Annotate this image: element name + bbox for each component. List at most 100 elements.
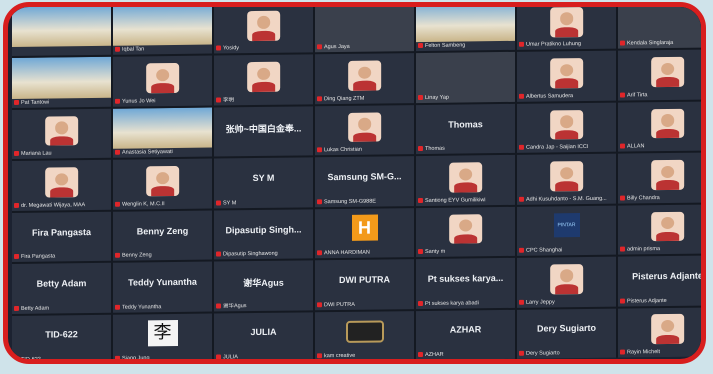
- participant-name-label: CPC Shanghai: [519, 247, 614, 255]
- participant-video: [650, 314, 685, 345]
- participant-name-label: ANNA HARDIMAN: [317, 249, 412, 257]
- participant-video: [549, 161, 584, 192]
- participant-tile[interactable]: Yunus Jo Wei: [113, 55, 212, 107]
- participant-name: Dipasutip Singhawong: [223, 250, 278, 258]
- participant-tile[interactable]: ALLAN: [618, 101, 701, 152]
- muted-mic-icon: [620, 349, 625, 355]
- participant-tile[interactable]: Anastasia Setiyawati: [113, 107, 212, 159]
- participant-tile[interactable]: H ANNA HARDIMAN: [315, 207, 414, 259]
- participant-tile[interactable]: 张帅~中国白金奉...: [214, 106, 313, 157]
- participant-name: Albertus Samudera: [526, 92, 574, 100]
- participant-tile[interactable]: Rayin Michelt: [618, 306, 701, 358]
- participant-tile[interactable]: Lukas Christian: [315, 104, 414, 156]
- participant-tile[interactable]: Teddy Yunantha Teddy Yunantha: [113, 261, 212, 313]
- participant-tile[interactable]: Betty Adam Betty Adam: [12, 262, 111, 314]
- participant-name-label: Kendala Singlaraja: [620, 40, 701, 48]
- participant-tile[interactable]: admin prisma: [618, 204, 701, 255]
- participant-tile[interactable]: Pt sukses karya... Pt sukses karya abadi: [416, 257, 515, 309]
- participant-tile[interactable]: Wenglin K, M.C.II: [113, 158, 212, 210]
- participant-tile[interactable]: TID-622 TID-622: [12, 314, 111, 359]
- muted-mic-icon: [317, 301, 322, 307]
- participant-tile[interactable]: Fira Pangasta Fira Pangasta: [12, 211, 111, 263]
- participant-display-name: DWI PUTRA: [339, 274, 390, 285]
- participant-name-label: Adhi Kusuhdanto - S.M. Guang...: [519, 195, 614, 203]
- participant-tile[interactable]: Larry Jeppy: [517, 256, 616, 308]
- participant-tile[interactable]: Pat Tantowi: [12, 57, 111, 108]
- participant-name-label: Felton Sambeng: [418, 42, 513, 50]
- participant-name-label: Larry Jeppy: [519, 298, 614, 306]
- participant-name: Kendala Singlaraja: [627, 40, 674, 47]
- muted-mic-icon: [216, 354, 221, 359]
- participant-display-name: 谢华Agus: [243, 277, 284, 289]
- participant-name: Fira Pangasta: [21, 253, 56, 261]
- participant-name: Candra Jap - Saijian ICCI: [526, 144, 589, 152]
- participant-tile[interactable]: Samsung SM-G... Samsung SM-G988E: [315, 156, 414, 208]
- participant-name-label: Fira Pangasta: [14, 253, 109, 261]
- participant-tile[interactable]: kam creative: [315, 310, 414, 359]
- participant-video: [347, 60, 382, 91]
- participant-name-label: SY M: [216, 199, 311, 207]
- participant-tile[interactable]: 谢华Agus 谢华Agus: [214, 260, 313, 312]
- participant-tile[interactable]: Ding Qiang ZTM: [315, 53, 414, 105]
- participant-video: [549, 7, 584, 37]
- muted-mic-icon: [216, 45, 221, 51]
- muted-mic-icon: [317, 96, 322, 102]
- participant-tile[interactable]: Agus Jaya: [315, 7, 414, 53]
- participant-tile[interactable]: Dery Sugiarto Dery Sugiarto: [517, 308, 616, 359]
- participant-tile[interactable]: Thomas Thomas: [416, 103, 515, 155]
- participant-name-label: Anastasia Setiyawati: [115, 149, 210, 157]
- participant-tile[interactable]: Iqbal Tan: [113, 7, 212, 56]
- participant-tile[interactable]: Yosidy: [214, 7, 313, 54]
- muted-mic-icon: [418, 197, 423, 203]
- participant-tile[interactable]: JULIA JULIA: [214, 311, 313, 359]
- muted-mic-icon: [14, 356, 19, 359]
- participant-tile[interactable]: Mariana Lau: [12, 108, 111, 160]
- muted-mic-icon: [418, 146, 423, 152]
- participant-display-name: Thomas: [448, 118, 483, 130]
- participant-name: Rayin Michelt: [627, 349, 661, 356]
- participant-tile[interactable]: Dipasutip Singh... Dipasutip Singhawong: [214, 209, 313, 260]
- muted-mic-icon: [14, 202, 19, 208]
- participant-display-name: Betty Adam: [36, 278, 87, 289]
- participant-tile[interactable]: Candra Jap - Saijian ICCI: [517, 102, 616, 154]
- participant-name: Pisterus Adjante: [627, 297, 667, 305]
- participant-tile[interactable]: Linay Yap: [416, 52, 515, 103]
- participant-tile[interactable]: dr. Megawati Wijaya, MAA: [12, 160, 111, 211]
- participant-name: 李明: [223, 97, 235, 104]
- participant-tile[interactable]: Kendala Singlaraja: [618, 7, 701, 50]
- participant-tile[interactable]: Pisterus Adjante Pisterus Adjante: [618, 255, 701, 307]
- participant-tile[interactable]: Santy m: [416, 206, 515, 258]
- participant-video: [113, 107, 212, 150]
- muted-mic-icon: [115, 47, 120, 53]
- participant-tile[interactable]: SY M SY M: [214, 157, 313, 209]
- participant-tile[interactable]: Arif Tirta: [618, 49, 701, 101]
- participant-name: Adhi Kusuhdanto - S.M. Guang...: [526, 195, 607, 203]
- participant-name: Dery Sugiarto: [526, 350, 560, 357]
- participant-display-name: JULIA: [250, 327, 277, 338]
- participant-avatar-image: [345, 320, 384, 344]
- participant-tile[interactable]: Billy Chandra: [618, 152, 701, 204]
- participant-name-label: Pat Tantowi: [14, 99, 109, 107]
- participant-display-name: SY M: [252, 172, 275, 184]
- participant-tile[interactable]: Albertus Samudera: [517, 51, 616, 102]
- participant-tile[interactable]: AZHAR AZHAR: [416, 309, 515, 359]
- participant-tile[interactable]: [12, 7, 111, 57]
- participant-tile[interactable]: Adhi Kusuhdanto - S.M. Guang...: [517, 153, 616, 205]
- participant-name-label: Siang Jung: [115, 355, 210, 359]
- muted-mic-icon: [216, 303, 221, 309]
- participant-tile[interactable]: DWI PUTRA DWI PUTRA: [315, 259, 414, 310]
- participant-tile[interactable]: 李 Siang Jung: [113, 313, 212, 359]
- participant-tile[interactable]: 李明: [214, 54, 313, 106]
- participant-tile[interactable]: PINTAR CPC Shanghai: [517, 205, 616, 256]
- participant-display-name: 张帅~中国白金奉...: [225, 123, 302, 135]
- muted-mic-icon: [620, 143, 625, 149]
- participant-tile[interactable]: Felton Sambeng: [416, 7, 515, 52]
- participant-tile[interactable]: Benny Zeng Benny Zeng: [113, 210, 212, 261]
- participant-tile[interactable]: Umar Pratikno Luhung: [517, 7, 616, 51]
- participant-name-label: 李明: [216, 96, 311, 104]
- muted-mic-icon: [115, 355, 120, 359]
- participant-video: [549, 58, 584, 89]
- participant-tile[interactable]: Santiong EYV Gumilikiwi: [416, 155, 515, 206]
- muted-mic-icon: [216, 97, 221, 103]
- participant-name-label: Thomas: [418, 145, 513, 153]
